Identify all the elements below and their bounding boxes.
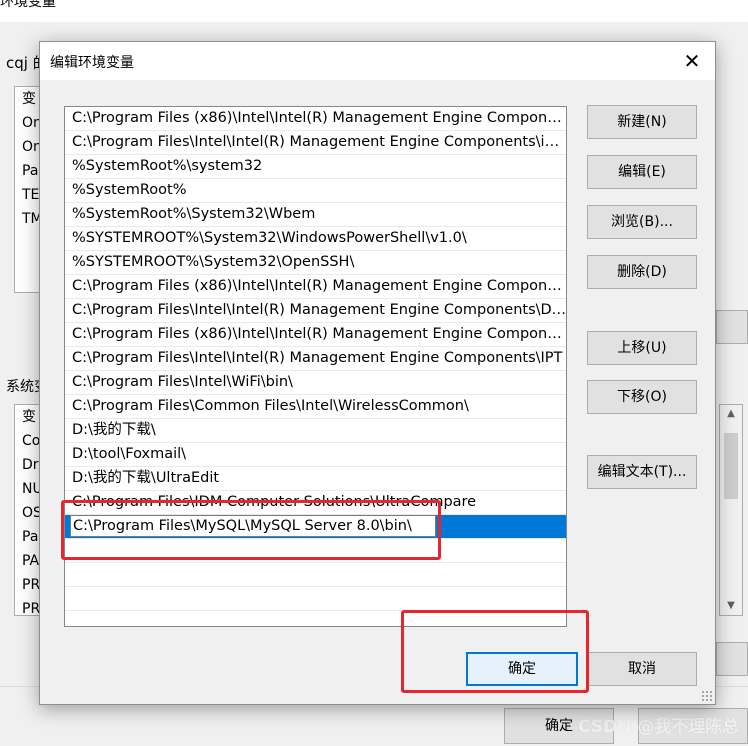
path-item[interactable]: C:\Program Files\IDM Computer Solutions\… (65, 491, 566, 515)
path-item[interactable]: %SystemRoot%\System32\Wbem (65, 203, 566, 227)
empty-row (65, 563, 566, 587)
edit-env-var-dialog: 编辑环境变量 ✕ C:\Program Files (x86)\Intel\In… (39, 41, 716, 705)
move-down-button[interactable]: 下移(O) (587, 380, 697, 414)
path-item-editing[interactable]: C:\Program Files\MySQL\MySQL Server 8.0\… (65, 515, 566, 539)
move-up-button[interactable]: 上移(U) (587, 331, 697, 365)
scroll-thumb[interactable] (724, 433, 738, 499)
path-item[interactable]: D:\tool\Foxmail\ (65, 443, 566, 467)
edit-button[interactable]: 编辑(E) (587, 155, 697, 189)
path-item[interactable]: D:\我的下载\UltraEdit (65, 467, 566, 491)
env-vars-title: 环境变量 (0, 0, 56, 10)
user-vars-button-stub[interactable] (716, 310, 748, 344)
path-item[interactable]: %SystemRoot%\system32 (65, 155, 566, 179)
path-item[interactable]: %SYSTEMROOT%\System32\WindowsPowerShell\… (65, 227, 566, 251)
cancel-button[interactable]: 取消 (587, 652, 697, 686)
path-item[interactable]: C:\Program Files\Intel\Intel(R) Manageme… (65, 347, 566, 371)
path-item[interactable]: C:\Program Files\Intel\Intel(R) Manageme… (65, 131, 566, 155)
delete-button[interactable]: 删除(D) (587, 255, 697, 289)
system-vars-button-stub[interactable] (716, 642, 748, 676)
ok-button[interactable]: 确定 (466, 652, 578, 686)
resize-grip-icon[interactable] (701, 690, 713, 702)
empty-row (65, 539, 566, 563)
close-icon[interactable]: ✕ (669, 42, 715, 80)
path-item[interactable]: C:\Program Files (x86)\Intel\Intel(R) Ma… (65, 107, 566, 131)
scroll-down-icon[interactable]: ▼ (720, 597, 742, 615)
path-list[interactable]: C:\Program Files (x86)\Intel\Intel(R) Ma… (64, 106, 567, 627)
new-button[interactable]: 新建(N) (587, 105, 697, 139)
dialog-titlebar: 编辑环境变量 ✕ (40, 42, 715, 80)
dialog-title: 编辑环境变量 (50, 55, 134, 71)
system-vars-scrollbar[interactable]: ▲ ▼ (719, 404, 743, 616)
path-item[interactable]: %SYSTEMROOT%\System32\OpenSSH\ (65, 251, 566, 275)
scroll-up-icon[interactable]: ▲ (720, 405, 742, 423)
path-item[interactable]: %SystemRoot% (65, 179, 566, 203)
path-item[interactable]: D:\我的下载\ (65, 419, 566, 443)
path-item[interactable]: C:\Program Files\Common Files\Intel\Wire… (65, 395, 566, 419)
path-item[interactable]: C:\Program Files (x86)\Intel\Intel(R) Ma… (65, 275, 566, 299)
empty-row (65, 587, 566, 611)
watermark: CSDN @我不理陈总 (578, 717, 740, 737)
path-item[interactable]: C:\Program Files\Intel\WiFi\bin\ (65, 371, 566, 395)
env-vars-titlebar: 环境变量 (0, 0, 748, 22)
path-item[interactable]: C:\Program Files\Intel\Intel(R) Manageme… (65, 299, 566, 323)
edit-text-button[interactable]: 编辑文本(T)... (587, 455, 697, 489)
path-edit-input[interactable]: C:\Program Files\MySQL\MySQL Server 8.0\… (70, 515, 436, 537)
browse-button[interactable]: 浏览(B)... (587, 205, 697, 239)
path-item[interactable]: C:\Program Files (x86)\Intel\Intel(R) Ma… (65, 323, 566, 347)
